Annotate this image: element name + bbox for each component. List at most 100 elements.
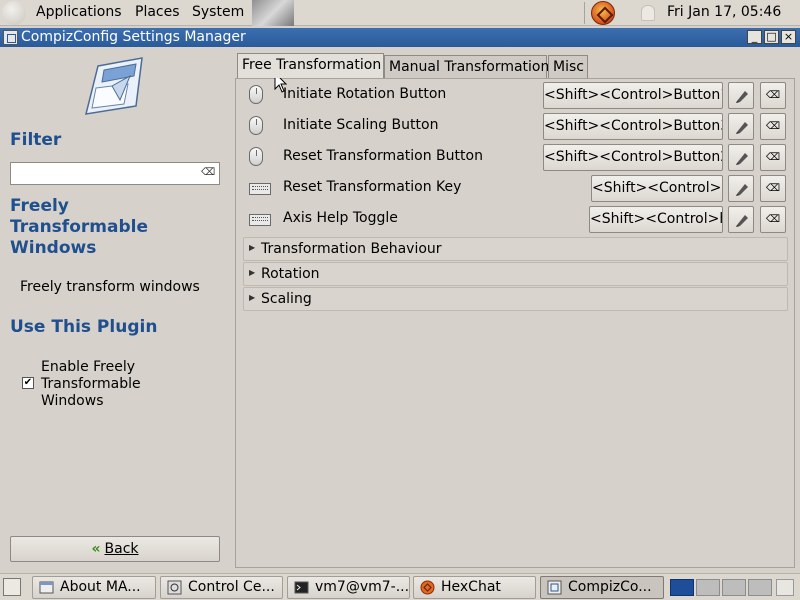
maximize-button[interactable]: □ — [764, 30, 779, 44]
edit-binding-button[interactable] — [728, 82, 754, 109]
hexchat-icon — [420, 580, 435, 595]
expander-arrow-icon: ▶ — [249, 293, 256, 302]
settings-content: Free Transformation Manual Transformatio… — [235, 53, 795, 568]
tab-free-transformation[interactable]: Free Transformation — [237, 53, 384, 78]
clear-icon: ⌫ — [765, 121, 781, 132]
close-button[interactable]: × — [781, 30, 796, 44]
minimize-button[interactable]: _ — [747, 30, 762, 44]
use-plugin-heading: Use This Plugin — [10, 317, 158, 337]
plugin-name: Freely Transformable Windows — [10, 196, 148, 258]
edit-binding-button[interactable] — [728, 144, 754, 171]
binding-label: Initiate Rotation Button — [283, 86, 447, 102]
clear-icon: ⌫ — [765, 90, 781, 101]
binding-label: Axis Help Toggle — [283, 210, 398, 226]
show-desktop-icon[interactable] — [3, 578, 21, 596]
keyboard-icon — [249, 214, 271, 226]
launcher-icon[interactable] — [252, 0, 294, 26]
tab-misc[interactable]: Misc — [548, 55, 588, 79]
binding-value-button[interactable]: <Shift><Control>Button2 — [543, 144, 723, 171]
menu-places[interactable]: Places — [135, 4, 180, 20]
pencil-icon — [736, 91, 748, 103]
back-label: Back — [104, 541, 139, 557]
enable-plugin-checkbox[interactable]: ✔ — [22, 377, 34, 389]
mouse-icon — [249, 147, 263, 166]
enable-plugin-label[interactable]: Enable Freely Transformable Windows — [41, 359, 161, 410]
binding-label: Reset Transformation Key — [283, 179, 462, 195]
clock[interactable]: Fri Jan 17, 05:46 — [667, 4, 781, 20]
section-label: Transformation Behaviour — [261, 241, 442, 257]
workspace-2[interactable] — [696, 579, 720, 596]
expander-arrow-icon: ▶ — [249, 243, 256, 252]
back-arrow-icon: « — [91, 541, 101, 557]
back-button[interactable]: «Back — [10, 536, 220, 562]
freely-transformable-windows-icon — [84, 57, 143, 115]
binding-row: Reset Transformation Button <Shift><Cont… — [236, 141, 796, 172]
binding-row: Initiate Scaling Button <Shift><Control>… — [236, 110, 796, 141]
binding-row: Reset Transformation Key <Shift><Control… — [236, 172, 796, 203]
binding-row: Initiate Rotation Button <Shift><Control… — [236, 79, 796, 110]
mouse-icon — [249, 85, 263, 104]
binding-row: Axis Help Toggle <Shift><Control>h ⌫ — [236, 203, 796, 234]
clear-icon[interactable]: ⌫ — [201, 167, 215, 179]
section-label: Scaling — [261, 291, 312, 307]
binding-value-button[interactable]: <Shift><Control>h — [589, 206, 723, 233]
pencil-icon — [736, 122, 748, 134]
clear-binding-button[interactable]: ⌫ — [760, 206, 786, 233]
clear-binding-button[interactable]: ⌫ — [760, 113, 786, 140]
task-hexchat[interactable]: HexChat — [413, 576, 536, 599]
top-panel: Applications Places System Fri Jan 17, 0… — [0, 0, 800, 26]
task-compizconfig[interactable]: CompizCo... — [540, 576, 664, 599]
binding-label: Reset Transformation Button — [283, 148, 483, 164]
binding-value-button[interactable]: <Shift><Control>Button1 — [543, 82, 723, 109]
task-terminal[interactable]: vm7@vm7-... — [287, 576, 410, 599]
filter-heading: Filter — [10, 130, 62, 150]
hexchat-tray-icon[interactable] — [591, 1, 615, 25]
window-titlebar[interactable]: CompizConfig Settings Manager _ □ × — [0, 28, 800, 47]
panel-separator — [584, 2, 585, 24]
keyboard-icon — [249, 183, 271, 195]
filter-input[interactable]: ⌫ — [10, 162, 220, 185]
window-title: CompizConfig Settings Manager — [21, 29, 246, 45]
clear-icon: ⌫ — [765, 152, 781, 163]
menu-system[interactable]: System — [192, 4, 244, 20]
expander-arrow-icon: ▶ — [249, 268, 256, 277]
pencil-icon — [736, 153, 748, 165]
clear-binding-button[interactable]: ⌫ — [760, 144, 786, 171]
binding-label: Initiate Scaling Button — [283, 117, 439, 133]
control-center-icon — [167, 580, 182, 595]
clear-binding-button[interactable]: ⌫ — [760, 82, 786, 109]
section-label: Rotation — [261, 266, 320, 282]
expander-transformation-behaviour[interactable]: ▶ Transformation Behaviour — [243, 237, 788, 261]
ccsm-window: CompizConfig Settings Manager _ □ × Filt… — [0, 28, 800, 571]
edit-binding-button[interactable] — [728, 175, 754, 202]
expander-scaling[interactable]: ▶ Scaling — [243, 287, 788, 311]
trash-icon[interactable] — [776, 579, 794, 596]
pencil-icon — [736, 184, 748, 196]
terminal-icon — [294, 581, 309, 594]
clear-icon: ⌫ — [765, 183, 781, 194]
tab-panel-free-transformation: Initiate Rotation Button <Shift><Control… — [235, 78, 795, 568]
window-menu-icon[interactable] — [3, 30, 18, 45]
task-control-center[interactable]: Control Ce... — [160, 576, 283, 599]
workspace-4[interactable] — [748, 579, 772, 596]
binding-value-button[interactable]: <Shift><Control>Button3 — [543, 113, 723, 140]
edit-binding-button[interactable] — [728, 206, 754, 233]
compizconfig-icon — [547, 580, 562, 595]
menu-applications[interactable]: Applications — [36, 4, 122, 20]
plugin-description: Freely transform windows — [20, 279, 200, 295]
mouse-icon — [249, 116, 263, 135]
clear-binding-button[interactable]: ⌫ — [760, 175, 786, 202]
tab-manual-transformation[interactable]: Manual Transformation — [384, 55, 549, 79]
distro-logo-icon[interactable] — [2, 1, 26, 25]
window-icon — [39, 581, 54, 594]
task-about[interactable]: About MA... — [32, 576, 156, 599]
binding-value-button[interactable]: <Shift><Control>r — [591, 175, 723, 202]
notification-tray-icon[interactable] — [641, 5, 655, 21]
workspace-3[interactable] — [722, 579, 746, 596]
expander-rotation[interactable]: ▶ Rotation — [243, 262, 788, 286]
workspace-1[interactable] — [670, 579, 694, 596]
pencil-icon — [736, 215, 748, 227]
bottom-panel: About MA... Control Ce... vm7@vm7-... He… — [0, 573, 800, 600]
clear-icon: ⌫ — [765, 214, 781, 225]
edit-binding-button[interactable] — [728, 113, 754, 140]
